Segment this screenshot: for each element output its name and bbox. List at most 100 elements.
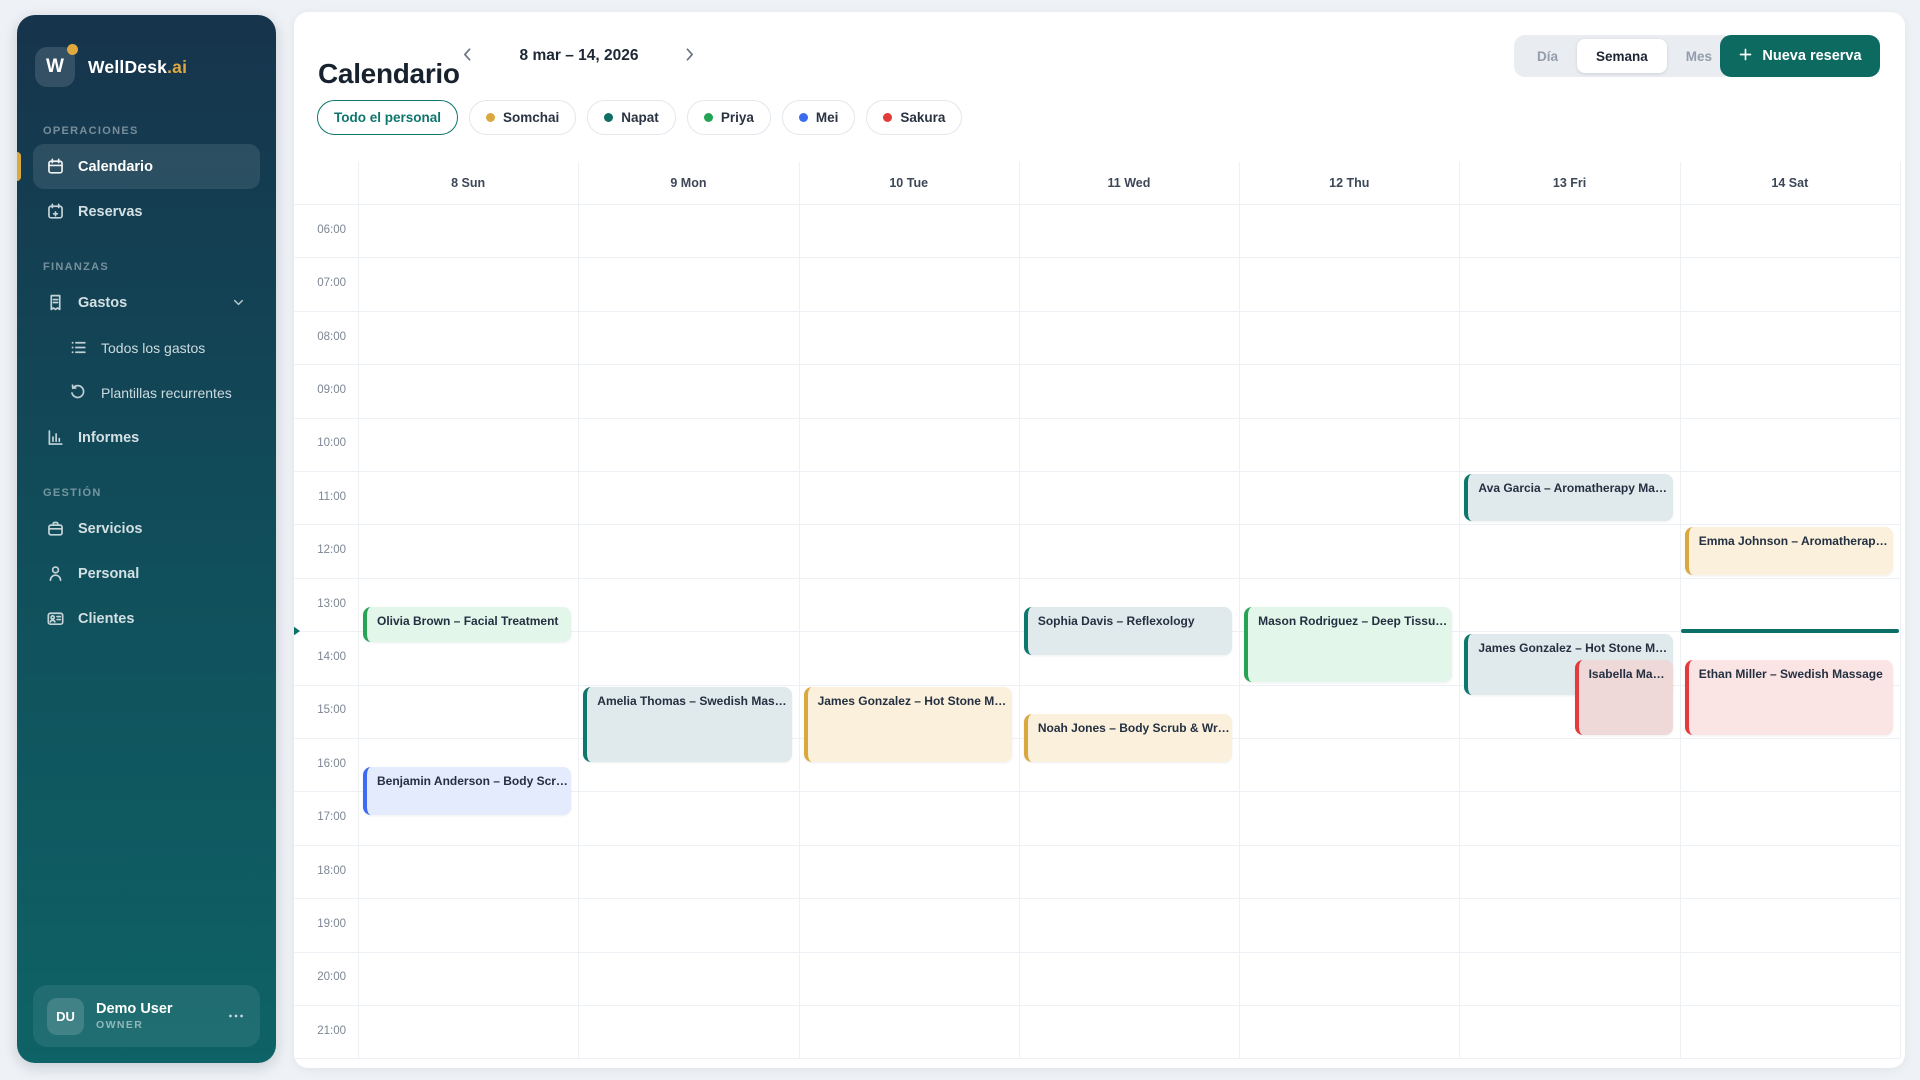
sidebar-item-plantillas-recurrentes[interactable]: Plantillas recurrentes — [33, 370, 260, 415]
hour-gridline — [294, 898, 1900, 899]
calendar-icon — [46, 157, 65, 176]
sidebar-item-label: Informes — [78, 430, 139, 446]
event-title: Isabella Ma… — [1579, 660, 1673, 681]
page-title: Calendario — [318, 58, 460, 90]
calendar-plus-icon — [46, 202, 65, 221]
staff-filter-bar: Todo el personal Somchai Napat Priya Mei Saku… — [317, 100, 962, 135]
calendar-event-mason-rodriguez-deep-tissu[interactable]: Mason Rodriguez – Deep Tissu… — [1244, 607, 1452, 682]
time-label-0800: 08:00 — [294, 331, 346, 343]
event-title: Ava Garcia – Aromatherapy Ma… — [1468, 474, 1672, 495]
day-column-13-fri[interactable] — [1459, 162, 1679, 1058]
calendar-event-benjamin-anderson-body-scr[interactable]: Benjamin Anderson – Body Scr… — [363, 767, 571, 815]
column-gridline — [358, 162, 359, 1058]
calendar-event-isabella-ma[interactable]: Isabella Ma… — [1575, 660, 1673, 735]
user-card[interactable]: DU Demo User OWNER — [33, 985, 260, 1047]
hour-gridline — [294, 364, 1900, 365]
sidebar-item-servicios[interactable]: Servicios — [33, 506, 260, 551]
calendar-event-emma-johnson-aromatherap[interactable]: Emma Johnson – Aromatherap… — [1685, 527, 1893, 575]
view-option-semana[interactable]: Semana — [1577, 39, 1667, 73]
day-header-9-mon: 9 Mon — [578, 162, 798, 204]
avatar: DU — [47, 998, 84, 1035]
column-gridline — [578, 162, 579, 1058]
hour-gridline — [294, 1005, 1900, 1006]
calendar-event-amelia-thomas-swedish-mas[interactable]: Amelia Thomas – Swedish Mas… — [583, 687, 791, 762]
brand-name-suffix: .ai — [167, 57, 187, 77]
staff-filter-priya[interactable]: Priya — [687, 100, 771, 135]
event-title: James Gonzalez – Hot Stone M… — [1468, 634, 1672, 655]
staff-filter-label: Priya — [721, 110, 754, 125]
event-title: Mason Rodriguez – Deep Tissu… — [1248, 607, 1452, 628]
staff-filter-label: Mei — [816, 110, 839, 125]
calendar-event-ava-garcia-aromatherapy-ma[interactable]: Ava Garcia – Aromatherapy Ma… — [1464, 474, 1672, 522]
calendar-event-olivia-brown-facial-treatment[interactable]: Olivia Brown – Facial Treatment — [363, 607, 571, 642]
prev-week-button[interactable] — [452, 41, 482, 71]
event-title: Benjamin Anderson – Body Scr… — [367, 767, 571, 788]
hour-gridline — [294, 578, 1900, 579]
calendar-event-ethan-miller-swedish-massage[interactable]: Ethan Miller – Swedish Massage — [1685, 660, 1893, 735]
column-gridline — [1459, 162, 1460, 1058]
time-label-1700: 17:00 — [294, 811, 346, 823]
sidebar-item-gastos[interactable]: Gastos — [33, 280, 260, 325]
sidebar-item-personal[interactable]: Personal — [33, 551, 260, 596]
hour-gridline — [294, 311, 1900, 312]
event-title: Amelia Thomas – Swedish Mas… — [587, 687, 791, 708]
day-header-14-sat: 14 Sat — [1680, 162, 1900, 204]
time-label-1900: 19:00 — [294, 918, 346, 930]
calendar-event-james-gonzalez-hot-stone-m[interactable]: James Gonzalez – Hot Stone M… — [804, 687, 1012, 762]
sidebar-item-clientes[interactable]: Clientes — [33, 596, 260, 641]
chevron-left-icon — [458, 45, 477, 67]
sidebar-item-todos-los-gastos[interactable]: Todos los gastos — [33, 325, 260, 370]
sidebar-item-informes[interactable]: Informes — [33, 415, 260, 460]
sidebar-item-label: Clientes — [78, 611, 134, 627]
staff-filter-todo-el-personal[interactable]: Todo el personal — [317, 100, 458, 135]
sidebar-section-label-gestion: GESTIÓN — [43, 487, 250, 499]
column-gridline — [1239, 162, 1240, 1058]
hour-gridline — [294, 1058, 1900, 1059]
column-gridline — [1680, 162, 1681, 1058]
list-icon — [69, 338, 88, 357]
next-week-button[interactable] — [674, 41, 704, 71]
staff-filter-napat[interactable]: Napat — [587, 100, 676, 135]
chevron-down-icon — [230, 294, 247, 311]
user-menu-ellipsis-icon[interactable] — [226, 1006, 246, 1026]
time-label-1000: 10:00 — [294, 437, 346, 449]
time-label-2000: 20:00 — [294, 971, 346, 983]
brand-name-text: WellDesk — [88, 57, 167, 77]
history-icon — [69, 383, 88, 402]
day-column-14-sat[interactable] — [1680, 162, 1900, 1058]
view-toggle: DíaSemanaMes — [1514, 35, 1735, 77]
day-column-10-tue[interactable] — [799, 162, 1019, 1058]
day-header-13-fri: 13 Fri — [1459, 162, 1679, 204]
sidebar-item-calendario[interactable]: Calendario — [33, 144, 260, 189]
hour-gridline — [294, 204, 1900, 205]
day-header-12-thu: 12 Thu — [1239, 162, 1459, 204]
time-label-0600: 06:00 — [294, 224, 346, 236]
calendar-event-sophia-davis-reflexology[interactable]: Sophia Davis – Reflexology — [1024, 607, 1232, 655]
staff-filter-sakura[interactable]: Sakura — [866, 100, 962, 135]
time-label-0900: 09:00 — [294, 384, 346, 396]
sidebar-item-label: Servicios — [78, 521, 143, 537]
calendar-event-noah-jones-body-scrub-wr[interactable]: Noah Jones – Body Scrub & Wr… — [1024, 714, 1232, 762]
column-gridline — [799, 162, 800, 1058]
day-column-9-mon[interactable] — [578, 162, 798, 1058]
bar-chart-icon — [46, 428, 65, 447]
column-gridline — [1019, 162, 1020, 1058]
plus-icon — [1738, 47, 1753, 66]
column-gridline — [1900, 162, 1901, 1058]
new-booking-button[interactable]: Nueva reserva — [1720, 35, 1880, 77]
staff-color-dot — [883, 113, 892, 122]
current-time-marker — [294, 624, 300, 638]
sidebar-item-reservas[interactable]: Reservas — [33, 189, 260, 234]
brand-logo-letter: W — [46, 56, 64, 78]
time-label-1800: 18:00 — [294, 865, 346, 877]
hour-gridline — [294, 524, 1900, 525]
calendar-panel: Calendario 8 mar – 14, 2026 DíaSemanaMes… — [294, 12, 1905, 1068]
staff-filter-somchai[interactable]: Somchai — [469, 100, 576, 135]
sidebar-item-label: Todos los gastos — [101, 340, 205, 356]
hour-gridline — [294, 257, 1900, 258]
staff-filter-mei[interactable]: Mei — [782, 100, 856, 135]
staff-filter-label: Sakura — [900, 110, 945, 125]
sidebar-nav: OPERACIONESCalendarioReservasFINANZASGas… — [33, 125, 260, 641]
time-label-1100: 11:00 — [294, 491, 346, 503]
view-option-dia[interactable]: Día — [1518, 39, 1577, 73]
